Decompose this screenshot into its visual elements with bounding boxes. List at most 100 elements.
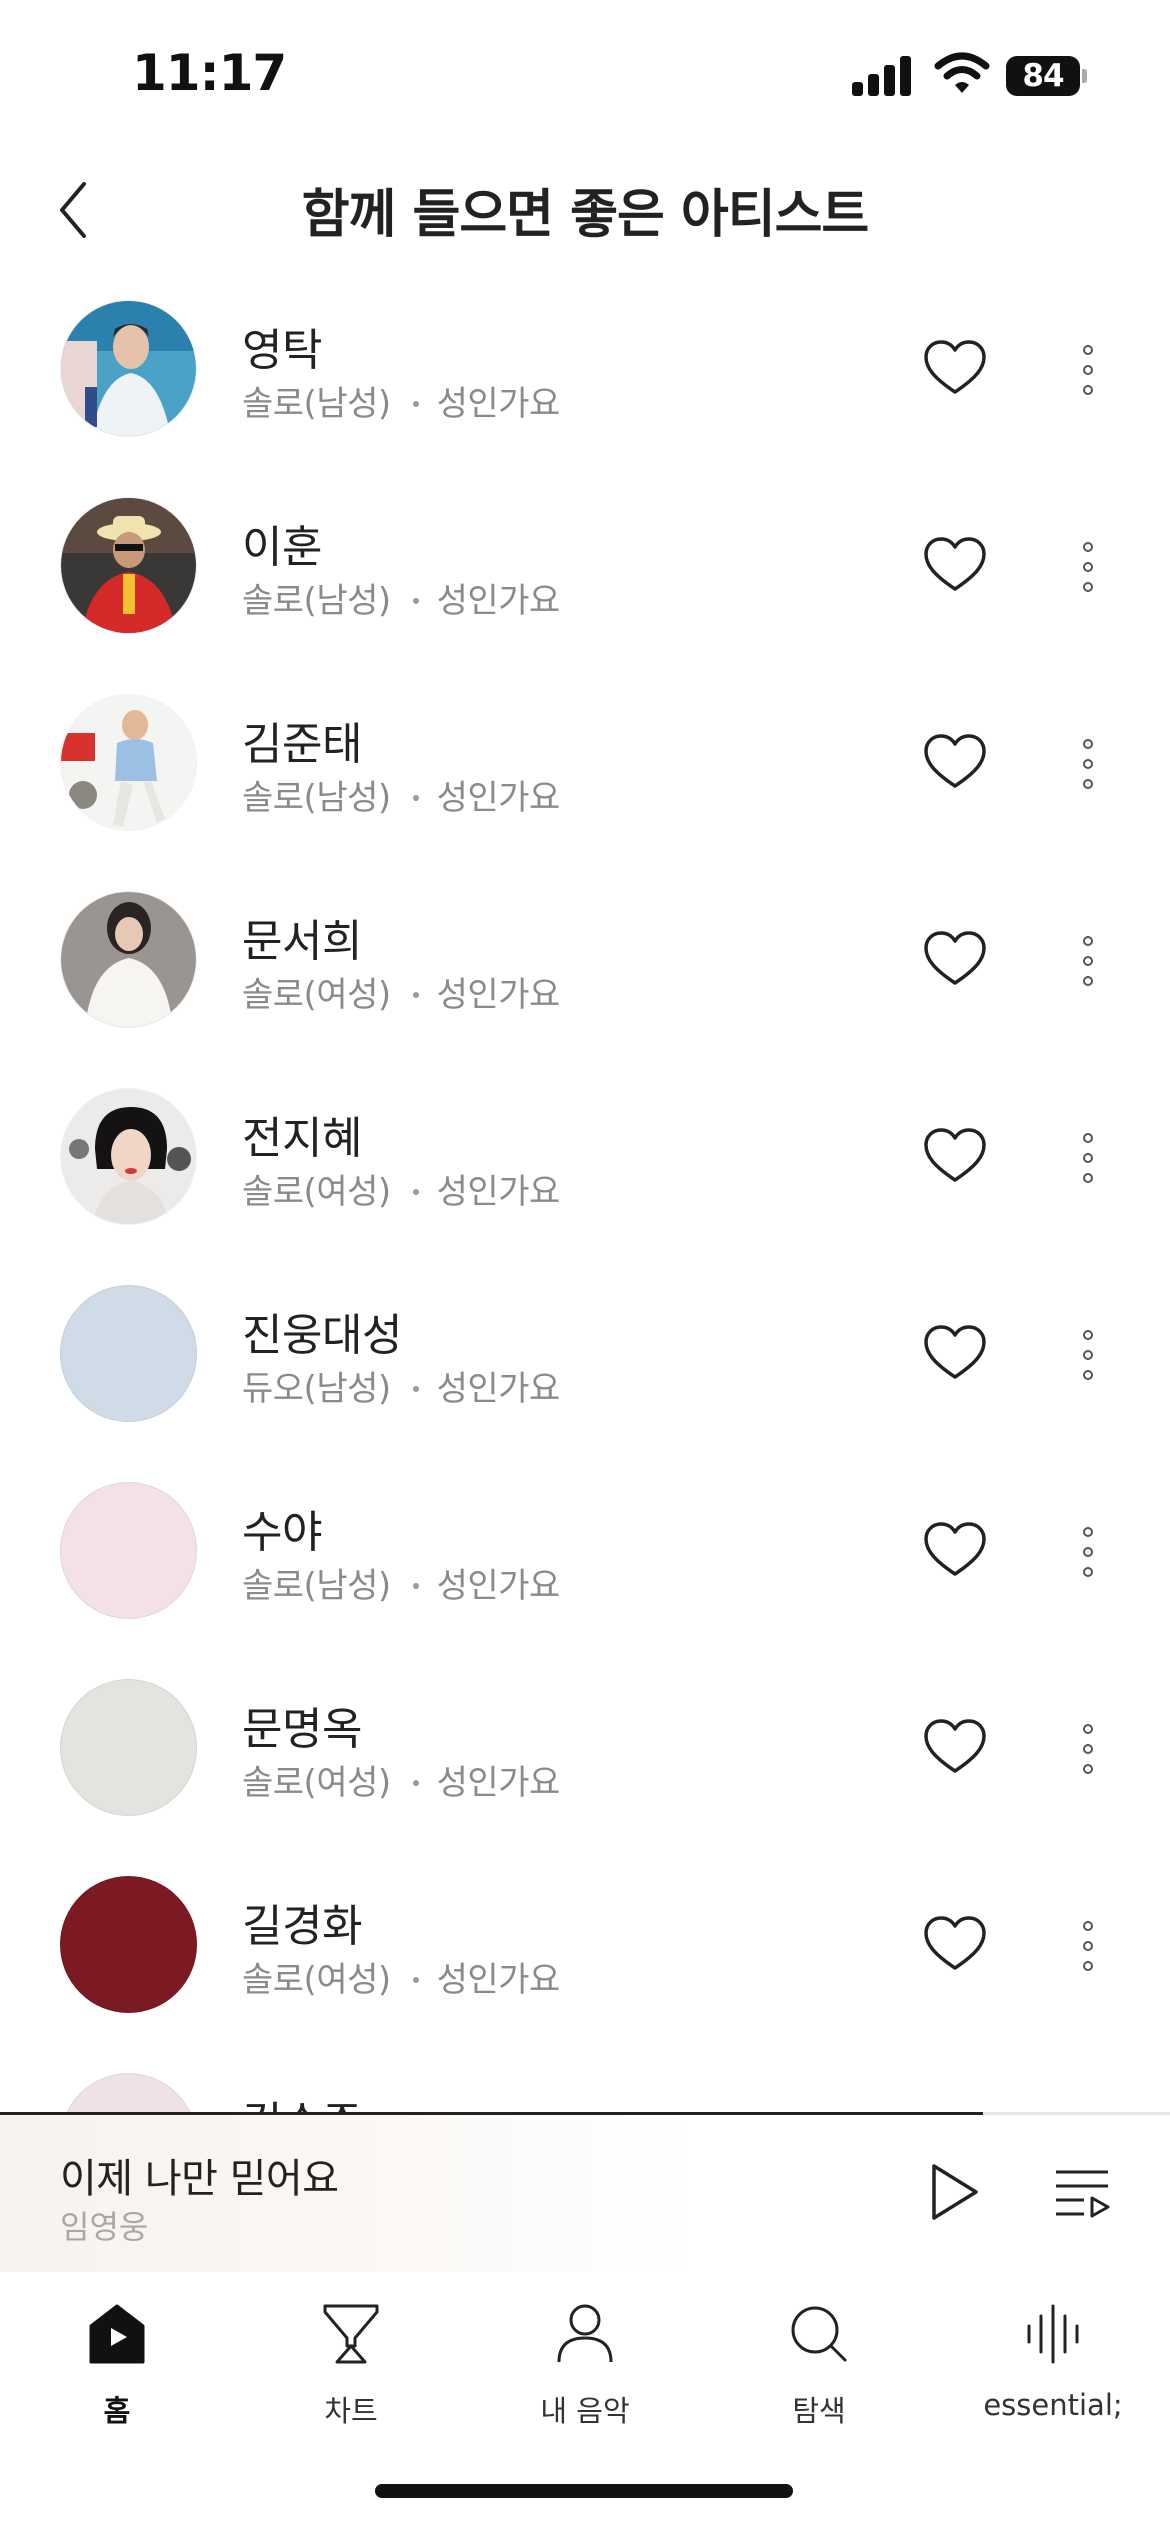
- artist-row[interactable]: 문명옥 솔로(여성) 성인가요: [0, 1649, 1170, 1846]
- artist-name: 진웅대성: [242, 1310, 402, 1361]
- artist-genre: 성인가요: [436, 1172, 561, 1212]
- header: 함께 들으면 좋은 아티스트: [0, 150, 1170, 270]
- tab-label: 차트: [324, 2394, 378, 2428]
- artist-avatar: [60, 1482, 197, 1619]
- artist-genre: 성인가요: [436, 581, 561, 621]
- more-vertical-icon[interactable]: [1068, 1130, 1108, 1186]
- artist-genre: 성인가요: [436, 1763, 561, 1803]
- tab-essential[interactable]: essential;: [936, 2302, 1170, 2432]
- person-icon: [557, 2304, 613, 2363]
- more-vertical-icon[interactable]: [1068, 1918, 1108, 1974]
- more-vertical-icon[interactable]: [1068, 539, 1108, 595]
- playback-progress-fill: [0, 2112, 983, 2115]
- artist-type: 솔로(남성): [242, 581, 391, 621]
- artist-row[interactable]: 이훈 솔로(남성) 성인가요: [0, 467, 1170, 664]
- battery-level: 84: [1006, 56, 1080, 96]
- heart-outline-icon[interactable]: [922, 929, 988, 989]
- tab-label: 홈: [103, 2394, 131, 2428]
- artist-avatar: [60, 1088, 197, 1225]
- more-vertical-icon[interactable]: [1068, 736, 1108, 792]
- artist-meta: 솔로(남성) 성인가요: [242, 770, 560, 819]
- tab-home[interactable]: 홈: [0, 2302, 234, 2432]
- playlist-icon[interactable]: [1052, 2164, 1112, 2220]
- artist-name: 김준태: [242, 719, 362, 770]
- artist-row[interactable]: 수야 솔로(남성) 성인가요: [0, 1452, 1170, 1649]
- tab-chart[interactable]: 차트: [234, 2302, 468, 2432]
- artist-name: 이훈: [242, 522, 322, 573]
- artist-type: 솔로(남성): [242, 1566, 391, 1606]
- artist-type: 솔로(남성): [242, 384, 391, 424]
- artist-meta: 솔로(남성) 성인가요: [242, 376, 560, 425]
- heart-outline-icon[interactable]: [922, 535, 988, 595]
- cellular-signal-icon: [852, 54, 914, 96]
- artist-type: 솔로(남성): [242, 778, 391, 818]
- mini-player[interactable]: 이제 나만 믿어요 임영웅: [0, 2112, 1170, 2272]
- artist-name: 김수주: [242, 2087, 362, 2112]
- artist-meta: 솔로(여성) 성인가요: [242, 1952, 560, 2001]
- battery-indicator: 84: [1006, 56, 1087, 96]
- artist-meta: 솔로(여성) 성인가요: [242, 967, 560, 1016]
- artist-avatar: [60, 891, 197, 1028]
- artist-meta: 솔로(여성) 성인가요: [242, 1755, 560, 1804]
- search-icon: [791, 2306, 847, 2362]
- artist-meta: 솔로(남성) 성인가요: [242, 1558, 560, 1607]
- heart-outline-icon[interactable]: [922, 1914, 988, 1974]
- tab-label: 탐색: [792, 2394, 846, 2428]
- artist-row[interactable]: 전지혜 솔로(여성) 성인가요: [0, 1058, 1170, 1255]
- heart-outline-icon[interactable]: [922, 1717, 988, 1777]
- artist-row[interactable]: 길경화 솔로(여성) 성인가요: [0, 1846, 1170, 2043]
- artist-list: 영탁 솔로(남성) 성인가요 이훈 솔로(남성) 성인가요 김준태 솔로(남성)…: [0, 270, 1170, 2112]
- now-playing-artist: 임영웅: [60, 2208, 149, 2246]
- artist-name: 문서희: [242, 916, 362, 967]
- tab-bar: 홈 차트 내 음악 탐색 essential;: [0, 2272, 1170, 2452]
- artist-name: 수야: [242, 1507, 322, 1558]
- artist-meta: 듀오(남성) 성인가요: [242, 1361, 560, 1410]
- artist-genre: 성인가요: [436, 1960, 561, 2000]
- artist-row[interactable]: 진웅대성 듀오(남성) 성인가요: [0, 1255, 1170, 1452]
- artist-name: 영탁: [242, 325, 322, 376]
- more-vertical-icon[interactable]: [1068, 1524, 1108, 1580]
- artist-avatar: [60, 497, 197, 634]
- soundwave-icon: [1027, 2304, 1079, 2364]
- status-bar: 11:17 84: [0, 0, 1170, 150]
- artist-avatar: [60, 1876, 197, 2013]
- heart-outline-icon[interactable]: [922, 1126, 988, 1186]
- play-icon[interactable]: [924, 2160, 984, 2224]
- artist-row[interactable]: 문서희 솔로(여성) 성인가요: [0, 861, 1170, 1058]
- heart-outline-icon[interactable]: [922, 732, 988, 792]
- more-vertical-icon[interactable]: [1068, 1327, 1108, 1383]
- artist-row[interactable]: 김수주: [0, 2043, 1170, 2112]
- artist-meta: 솔로(여성) 성인가요: [242, 1164, 560, 1213]
- artist-row[interactable]: 영탁 솔로(남성) 성인가요: [0, 270, 1170, 467]
- artist-type: 솔로(여성): [242, 1172, 391, 1212]
- home-indicator: [375, 2484, 793, 2498]
- artist-genre: 성인가요: [436, 1566, 561, 1606]
- artist-avatar: [60, 1679, 197, 1816]
- heart-outline-icon[interactable]: [922, 1520, 988, 1580]
- artist-genre: 성인가요: [436, 778, 561, 818]
- artist-avatar: [60, 1285, 197, 1422]
- playback-progress-bar[interactable]: [0, 2112, 1170, 2115]
- artist-type: 솔로(여성): [242, 1763, 391, 1803]
- artist-row[interactable]: 김준태 솔로(남성) 성인가요: [0, 664, 1170, 861]
- more-vertical-icon[interactable]: [1068, 1721, 1108, 1777]
- heart-outline-icon[interactable]: [922, 1323, 988, 1383]
- artist-name: 길경화: [242, 1901, 362, 1952]
- more-vertical-icon[interactable]: [1068, 933, 1108, 989]
- tab-label: 내 음악: [540, 2394, 630, 2428]
- tab-search[interactable]: 탐색: [702, 2302, 936, 2432]
- status-time: 11:17: [132, 44, 287, 102]
- artist-meta: 솔로(남성) 성인가요: [242, 573, 560, 622]
- artist-type: 솔로(여성): [242, 975, 391, 1015]
- more-vertical-icon[interactable]: [1068, 342, 1108, 398]
- artist-genre: 성인가요: [436, 384, 561, 424]
- artist-genre: 성인가요: [436, 1369, 561, 1409]
- wifi-icon: [934, 52, 990, 93]
- artist-name: 전지혜: [242, 1113, 362, 1164]
- artist-avatar: [60, 300, 197, 437]
- artist-type: 솔로(여성): [242, 1960, 391, 2000]
- artist-avatar: [60, 694, 197, 831]
- tab-my-music[interactable]: 내 음악: [468, 2302, 702, 2432]
- heart-outline-icon[interactable]: [922, 338, 988, 398]
- trophy-icon: [323, 2304, 379, 2364]
